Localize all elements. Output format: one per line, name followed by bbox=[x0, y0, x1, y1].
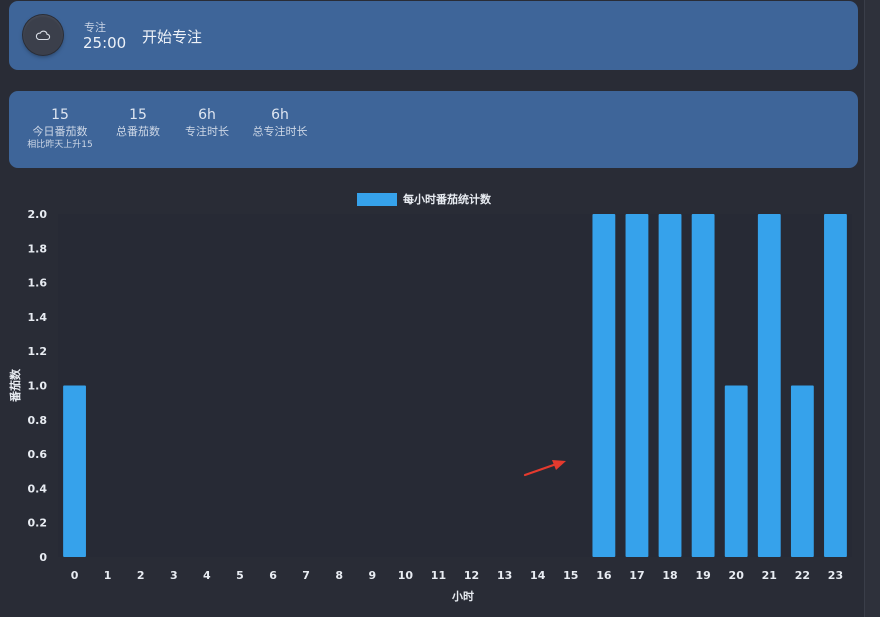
stat-total-focus-duration: 6h 总专注时长 bbox=[245, 106, 315, 139]
x-tick-label: 1 bbox=[104, 569, 112, 582]
x-tick-label: 18 bbox=[662, 569, 677, 582]
x-tick-label: 6 bbox=[269, 569, 277, 582]
bar-hour-17[interactable] bbox=[625, 214, 649, 557]
stat-today-count: 15 今日番茄数 相比昨天上升15 bbox=[21, 106, 99, 151]
x-tick-label: 3 bbox=[170, 569, 178, 582]
y-tick-label: 0.4 bbox=[28, 482, 48, 495]
x-tick-label: 14 bbox=[530, 569, 546, 582]
bar-hour-19[interactable] bbox=[691, 214, 715, 557]
legend-label: 每小时番茄统计数 bbox=[403, 192, 492, 206]
x-tick-label: 5 bbox=[236, 569, 244, 582]
stat-change-note: 相比昨天上升15 bbox=[27, 140, 93, 150]
x-tick-label: 23 bbox=[828, 569, 843, 582]
y-tick-label: 1.0 bbox=[28, 380, 48, 393]
bar-hour-22[interactable] bbox=[790, 385, 814, 558]
stat-label: 专注时长 bbox=[185, 125, 229, 138]
stat-value: 6h bbox=[198, 107, 216, 123]
x-tick-label: 10 bbox=[398, 569, 414, 582]
y-tick-label: 0.6 bbox=[28, 448, 48, 461]
x-axis-ticks: 0 1 2 3 4 5 6 7 8 9 10 11 12 13 14 15 16 17 18 19 20 21 22 23 bbox=[71, 569, 843, 582]
stat-label: 总番茄数 bbox=[116, 125, 160, 138]
x-tick-label: 21 bbox=[762, 569, 777, 582]
x-tick-label: 17 bbox=[629, 569, 644, 582]
y-axis-title: 番茄数 bbox=[8, 368, 22, 403]
cloud-icon bbox=[35, 30, 51, 41]
x-tick-label: 4 bbox=[203, 569, 211, 582]
bar-hour-18[interactable] bbox=[658, 214, 682, 557]
x-tick-label: 15 bbox=[563, 569, 578, 582]
y-tick-label: 0 bbox=[39, 551, 47, 564]
x-tick-label: 12 bbox=[464, 569, 479, 582]
x-tick-label: 9 bbox=[368, 569, 376, 582]
x-tick-label: 20 bbox=[729, 569, 745, 582]
scrollbar-track[interactable] bbox=[864, 0, 880, 617]
stat-total-count: 15 总番茄数 bbox=[106, 106, 170, 139]
x-tick-label: 16 bbox=[596, 569, 612, 582]
focus-timer-display: 25:00 bbox=[83, 34, 127, 52]
y-tick-label: 0.8 bbox=[28, 414, 48, 427]
legend-swatch bbox=[357, 193, 397, 206]
focus-card: 专注 25:00 开始专注 bbox=[9, 1, 858, 70]
focus-mode-label: 专注 bbox=[84, 21, 106, 34]
y-axis-ticks: 0 0.2 0.4 0.6 0.8 1.0 1.2 1.4 1.6 1.8 2.0 bbox=[28, 208, 48, 564]
x-tick-label: 11 bbox=[431, 569, 446, 582]
y-tick-label: 0.2 bbox=[28, 517, 48, 530]
chart-legend[interactable]: 每小时番茄统计数 bbox=[357, 192, 492, 206]
stat-focus-duration: 6h 专注时长 bbox=[175, 106, 239, 139]
x-tick-label: 0 bbox=[71, 569, 79, 582]
bar-hour-0[interactable] bbox=[63, 385, 86, 558]
y-tick-label: 1.8 bbox=[28, 242, 48, 255]
x-tick-label: 22 bbox=[795, 569, 810, 582]
stat-label: 总专注时长 bbox=[252, 125, 308, 138]
y-tick-label: 1.2 bbox=[28, 345, 48, 358]
y-tick-label: 1.6 bbox=[28, 277, 48, 290]
stat-value: 6h bbox=[271, 107, 289, 123]
stat-value: 15 bbox=[129, 107, 147, 123]
x-tick-label: 7 bbox=[302, 569, 310, 582]
x-tick-label: 13 bbox=[497, 569, 512, 582]
x-tick-label: 19 bbox=[695, 569, 710, 582]
bar-hour-16[interactable] bbox=[592, 214, 616, 557]
focus-timer-button[interactable] bbox=[23, 15, 63, 55]
x-tick-label: 8 bbox=[335, 569, 343, 582]
bar-hour-20[interactable] bbox=[724, 385, 748, 558]
x-axis-title: 小时 bbox=[451, 589, 474, 603]
stat-label: 今日番茄数 bbox=[32, 125, 88, 138]
y-tick-label: 2.0 bbox=[28, 208, 48, 221]
bar-hour-21[interactable] bbox=[757, 214, 781, 557]
bar-hour-23[interactable] bbox=[824, 214, 847, 557]
x-tick-label: 2 bbox=[137, 569, 145, 582]
stat-value: 15 bbox=[51, 107, 69, 123]
start-focus-button[interactable]: 开始专注 bbox=[142, 26, 202, 47]
hourly-pomodoro-bar-chart: 每小时番茄统计数 0 0.2 0.4 0.6 0.8 1.0 1.2 1.4 1.6 1.8 2.0… bbox=[8, 192, 852, 603]
stats-card: 15 今日番茄数 相比昨天上升15 15 总番茄数 6h 专注时长 6h 总专注… bbox=[9, 91, 858, 168]
y-tick-label: 1.4 bbox=[28, 311, 48, 324]
